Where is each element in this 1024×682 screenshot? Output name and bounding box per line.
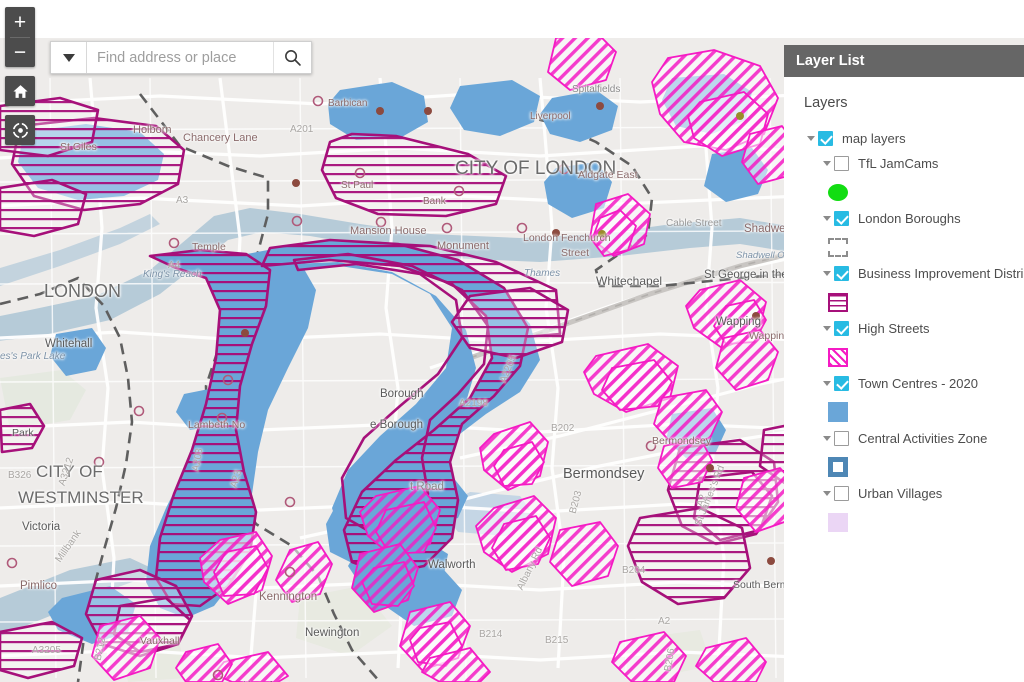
layer-visibility-checkbox[interactable] <box>834 485 849 501</box>
search-source-dropdown[interactable] <box>51 42 87 73</box>
layer-legend-row <box>784 232 1024 262</box>
layer-visibility-checkbox[interactable] <box>834 375 849 391</box>
layer-name-label: High Streets <box>858 320 930 336</box>
lavender-fill-symbol <box>828 512 848 532</box>
expand-collapse-arrow-icon[interactable] <box>820 270 834 276</box>
layer-list-title: Layer List <box>796 53 865 69</box>
home-button[interactable] <box>5 76 35 106</box>
layer-name-label: TfL JamCams <box>858 155 939 171</box>
zoom-out-button[interactable]: − <box>5 37 35 67</box>
zoom-out-label: − <box>13 40 27 64</box>
layer-name-label: Town Centres - 2020 <box>858 375 978 391</box>
home-icon <box>12 84 28 98</box>
chevron-down-icon <box>62 53 75 62</box>
layer-legend-row <box>784 342 1024 372</box>
layer-row-london-boroughs[interactable]: London Boroughs <box>784 207 1024 229</box>
layer-visibility-checkbox[interactable] <box>818 130 833 146</box>
layer-name-label: London Boroughs <box>858 210 961 226</box>
layer-row-business-improvement-district[interactable]: Business Improvement District <box>784 262 1024 284</box>
map-controls: + − <box>5 7 35 154</box>
expand-collapse-arrow-icon[interactable] <box>820 215 834 221</box>
pink-diagonal-hatch-symbol <box>828 347 848 367</box>
app-root: CITY OF LONDON CITY OF WESTMINSTER LONDON Be… <box>0 0 1024 682</box>
locate-icon <box>11 121 29 139</box>
layer-list-header: Layer List <box>784 45 1024 77</box>
zoom-control-group: + − <box>5 7 35 67</box>
layer-list-body: Layers map layers TfL JamCams London Borou… <box>784 77 1024 682</box>
search-input[interactable] <box>97 49 265 66</box>
expand-collapse-arrow-icon[interactable] <box>820 160 834 166</box>
magenta-horizontal-hatch-symbol <box>828 292 848 312</box>
layer-legend-row <box>784 397 1024 427</box>
green-point-symbol <box>828 183 848 201</box>
layer-legend-row <box>784 507 1024 537</box>
home-button-wrap <box>5 76 35 106</box>
layer-legend-row <box>784 452 1024 482</box>
expand-collapse-arrow-icon[interactable] <box>820 380 834 386</box>
expand-collapse-arrow-icon[interactable] <box>804 135 818 141</box>
layer-name-label: Business Improvement District <box>858 265 1024 281</box>
locate-button[interactable] <box>5 115 35 145</box>
layer-name-label: Central Activities Zone <box>858 430 988 446</box>
expand-collapse-arrow-icon[interactable] <box>820 490 834 496</box>
locate-button-wrap <box>5 115 35 145</box>
layer-visibility-checkbox[interactable] <box>834 155 849 171</box>
layer-row-town-centres-2020[interactable]: Town Centres - 2020 <box>784 372 1024 394</box>
layer-visibility-checkbox[interactable] <box>834 210 849 226</box>
layers-section-title: Layers <box>804 95 848 111</box>
layer-items-container: map layers TfL JamCams London Boroughs Busi… <box>784 127 1024 537</box>
layer-visibility-checkbox[interactable] <box>834 430 849 446</box>
search-bar[interactable] <box>50 41 312 74</box>
search-submit-button[interactable] <box>273 42 311 73</box>
blue-fill-symbol <box>828 402 848 422</box>
layer-row-tfl-jamcams[interactable]: TfL JamCams <box>784 152 1024 174</box>
zoom-in-button[interactable]: + <box>5 7 35 37</box>
layer-row-central-activities-zone[interactable]: Central Activities Zone <box>784 427 1024 449</box>
layer-list-panel: Layer List Layers map layers TfL JamCams L… <box>784 45 1024 682</box>
expand-collapse-arrow-icon[interactable] <box>820 435 834 441</box>
layer-row-urban-villages[interactable]: Urban Villages <box>784 482 1024 504</box>
dashed-outline-symbol <box>828 237 848 257</box>
blue-outline-symbol <box>828 457 848 477</box>
layer-name-label: Urban Villages <box>858 485 943 501</box>
search-field-wrap[interactable] <box>87 42 273 73</box>
search-icon <box>285 50 301 66</box>
layer-name-label: map layers <box>842 130 906 146</box>
layer-row-map-layers[interactable]: map layers <box>784 127 1024 149</box>
expand-collapse-arrow-icon[interactable] <box>820 325 834 331</box>
layer-row-high-streets[interactable]: High Streets <box>784 317 1024 339</box>
zoom-in-label: + <box>13 10 27 34</box>
layer-legend-row <box>784 287 1024 317</box>
layer-visibility-checkbox[interactable] <box>834 265 849 281</box>
layer-visibility-checkbox[interactable] <box>834 320 849 336</box>
layer-legend-row <box>784 177 1024 207</box>
